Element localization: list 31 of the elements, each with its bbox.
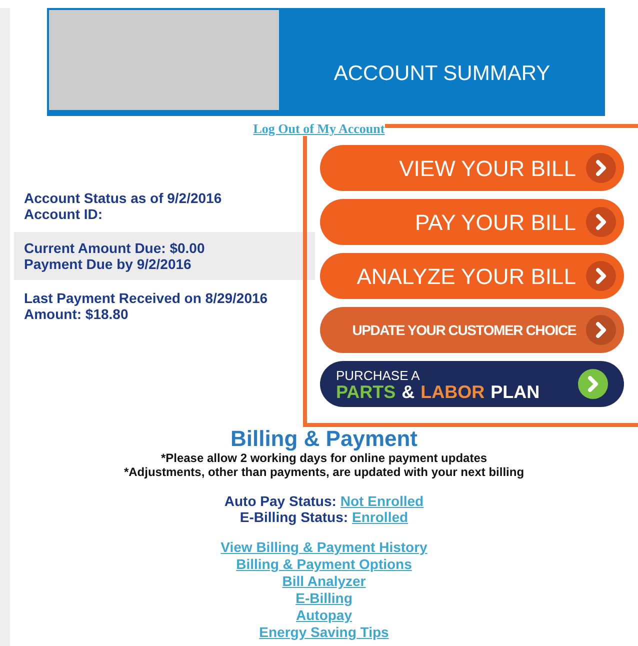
status-link[interactable]: Enrolled [352,509,408,525]
billing-link[interactable]: E-Billing [296,590,352,607]
chevron-icon [586,153,616,183]
billing-link[interactable]: Bill Analyzer [282,573,366,590]
note-text: *Please allow 2 working days for online payment updates [160,451,488,465]
account-text: Last Payment Received on 8/29/2016 [24,290,269,306]
chevron-icon [586,207,616,237]
action-button[interactable]: ANALYZE YOUR BILL [320,253,624,299]
chevron-icon [586,261,616,291]
billing-link[interactable]: Energy Saving Tips [259,624,389,641]
chevron-icon [586,315,616,345]
account-text: Current Amount Due: $0.00 [24,240,206,256]
action-button[interactable]: PAY YOUR BILL [320,199,624,245]
logout-link[interactable]: Log Out of My Account [253,121,385,136]
section-heading: Billing & Payment [230,426,418,451]
status-link[interactable]: Not Enrolled [340,493,424,509]
action-button[interactable]: VIEW YOUR BILL [320,145,624,191]
billing-link[interactable]: Billing & Payment Options [236,556,412,573]
account-text: Amount: $18.80 [24,306,130,322]
promo-button[interactable]: PURCHASE A PARTS & LABOR PLAN [320,361,624,407]
account-text: Account Status as of 9/2/2016 [24,190,223,206]
banner-title: ACCOUNT SUMMARY [332,61,552,87]
billing-link[interactable]: Autopay [296,607,352,624]
note-text: *Adjustments, other than payments, are updated with your next billing [124,465,524,479]
account-text: Payment Due by 9/2/2016 [24,256,192,272]
action-button[interactable]: UPDATE YOUR CUSTOMER CHOICE [320,307,624,353]
account-text: Account ID: [24,206,104,222]
billing-link[interactable]: View Billing & Payment History [220,539,428,556]
status-label: Auto Pay Status: [224,493,336,509]
chevron-icon [578,369,608,399]
status-label: E-Billing Status: [240,509,348,525]
